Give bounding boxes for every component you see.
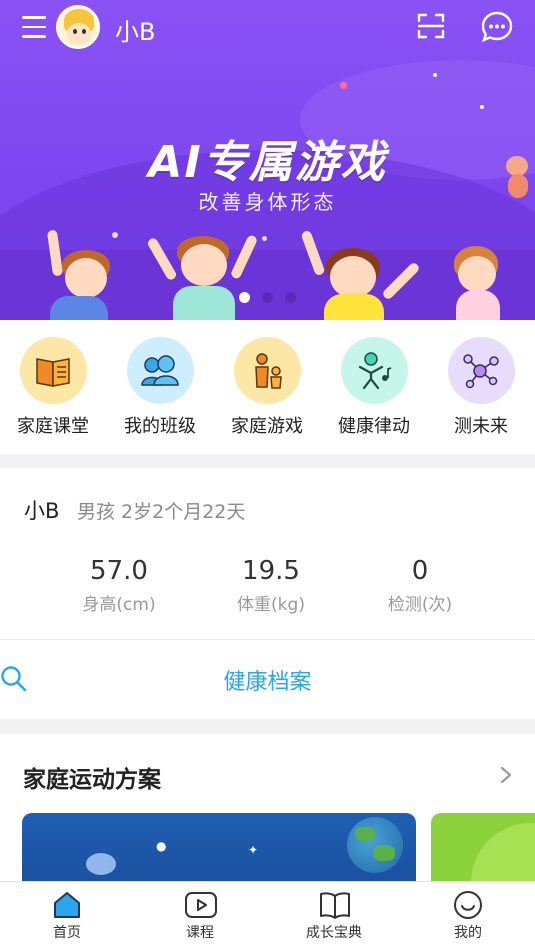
username[interactable]: 小B <box>115 12 155 47</box>
video-play-icon <box>184 890 217 920</box>
plan-card[interactable] <box>431 813 535 884</box>
nav-growth-guide[interactable]: 成长宝典 <box>284 890 384 942</box>
kid-illustration <box>40 229 120 320</box>
network-icon <box>447 337 515 404</box>
nav-mine[interactable]: 我的 <box>418 890 518 942</box>
category-label: 家庭游戏 <box>231 416 303 437</box>
stat-tests: 0 检测(次) <box>350 556 490 615</box>
smile-icon <box>452 890 484 920</box>
top-bar: 小B <box>0 0 535 56</box>
banner-decoration <box>480 105 484 109</box>
carousel-indicator[interactable] <box>0 292 535 303</box>
scan-icon[interactable] <box>416 11 446 41</box>
child-info: 男孩 2岁2个月22天 <box>77 501 246 523</box>
divider <box>0 639 535 640</box>
kid-illustration <box>450 222 510 320</box>
banner-decoration <box>433 73 437 77</box>
stat-label: 体重(kg) <box>237 595 305 615</box>
kid-illustration <box>146 230 259 320</box>
category-label: 家庭课堂 <box>17 416 89 437</box>
category-label: 我的班级 <box>124 416 196 437</box>
nav-label: 课程 <box>186 925 214 941</box>
nav-label: 首页 <box>53 925 81 941</box>
category-my-class[interactable]: 我的班级 <box>110 337 210 438</box>
category-health-rhythm[interactable]: 健康律动 <box>324 337 424 438</box>
app-screen: AI专属游戏 改善身体形态 小B 家庭课堂 我的班级 家庭游戏 健康律动 测未来… <box>0 0 535 951</box>
class-people-icon <box>126 337 194 404</box>
home-icon <box>51 890 83 920</box>
nav-courses[interactable]: 课程 <box>150 890 250 942</box>
star-decoration: ● <box>156 839 167 853</box>
open-book-icon <box>318 890 350 920</box>
bunny-toy-illustration <box>500 146 535 202</box>
dance-music-icon <box>340 337 408 404</box>
carousel-dot[interactable] <box>285 292 296 303</box>
family-icon <box>233 337 301 404</box>
stat-label: 检测(次) <box>387 595 453 615</box>
star-decoration: ✦ <box>248 843 259 857</box>
health-record-link[interactable]: 健康档案 <box>0 664 535 696</box>
chevron-right-icon[interactable] <box>497 765 515 785</box>
category-family-class[interactable]: 家庭课堂 <box>3 337 103 438</box>
category-test-future[interactable]: 测未来 <box>431 337 531 438</box>
plan-card[interactable]: ✦ ● <box>22 813 416 884</box>
rocket-illustration <box>86 853 116 875</box>
category-grid: 家庭课堂 我的班级 家庭游戏 健康律动 测未来 <box>0 320 535 454</box>
family-exercise-plan-section: 家庭运动方案 ✦ ● <box>0 734 535 884</box>
banner-title: AI专属游戏 <box>148 137 387 188</box>
stat-weight: 19.5 体重(kg) <box>201 556 341 615</box>
stat-height: 57.0 身高(cm) <box>49 556 189 615</box>
book-icon <box>19 337 87 404</box>
bottom-navigation: 首页 课程 成长宝典 我的 <box>0 881 535 951</box>
carousel-dot[interactable] <box>239 292 250 303</box>
category-label: 健康律动 <box>338 416 410 437</box>
child-profile-card: 小B 男孩 2岁2个月22天 57.0 身高(cm) 19.5 体重(kg) 0… <box>0 468 535 719</box>
chat-icon[interactable] <box>480 10 514 44</box>
stat-value: 57.0 <box>90 556 148 586</box>
stat-value: 0 <box>411 556 429 586</box>
banner-decoration <box>340 82 347 89</box>
planet-illustration <box>347 817 403 873</box>
banner-subtitle: 改善身体形态 <box>198 190 337 214</box>
nav-home[interactable]: 首页 <box>17 890 117 942</box>
carousel-dot[interactable] <box>262 292 273 303</box>
menu-icon[interactable] <box>22 16 46 38</box>
stat-value: 19.5 <box>242 556 300 586</box>
section-title: 家庭运动方案 <box>23 767 161 793</box>
banner-decoration <box>262 236 267 241</box>
child-name: 小B <box>24 499 60 523</box>
nav-label: 我的 <box>454 925 482 941</box>
kid-illustration <box>300 228 421 320</box>
nav-label: 成长宝典 <box>306 925 362 941</box>
category-label: 测未来 <box>454 416 508 437</box>
banner-decoration <box>112 232 118 238</box>
category-family-game[interactable]: 家庭游戏 <box>217 337 317 438</box>
avatar[interactable] <box>56 5 100 49</box>
stat-label: 身高(cm) <box>82 595 156 615</box>
